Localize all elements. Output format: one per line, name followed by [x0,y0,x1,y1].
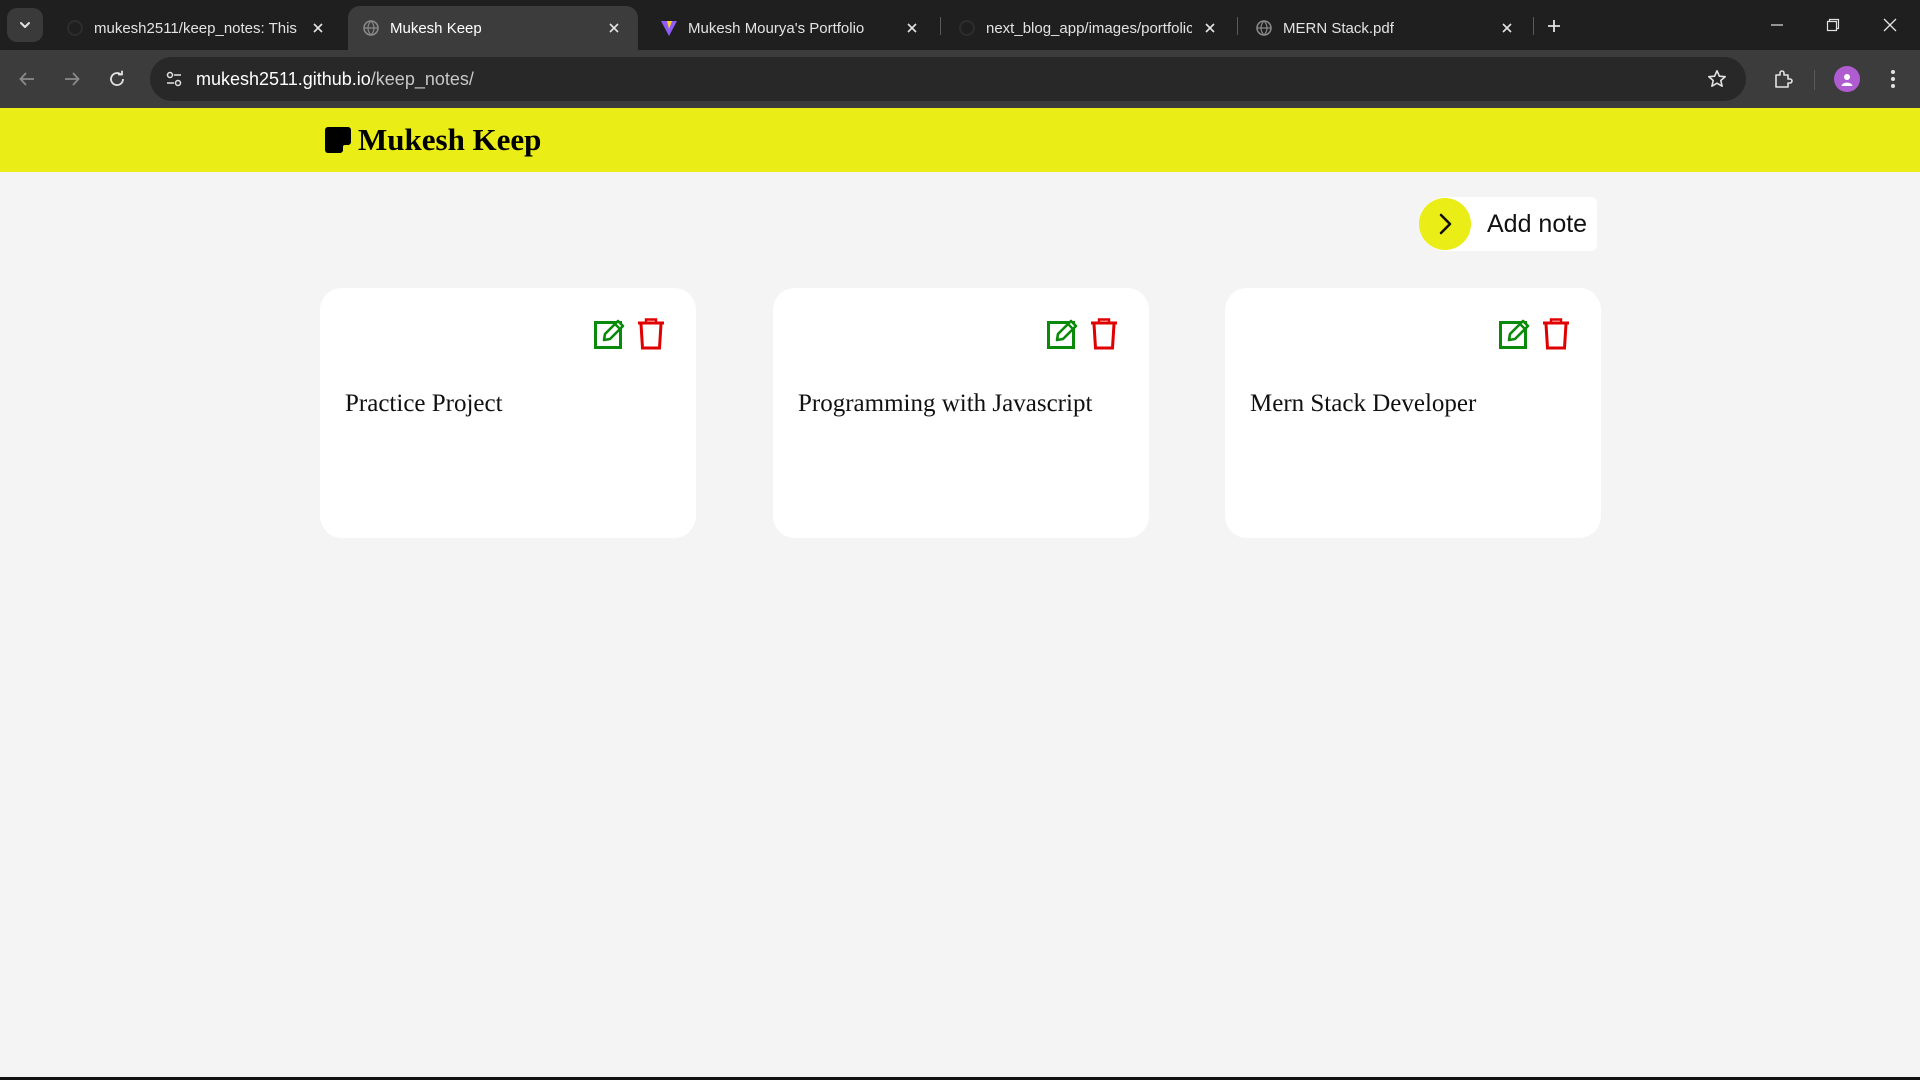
edit-note-button[interactable] [594,318,625,350]
close-icon[interactable] [604,18,624,38]
add-note-circle[interactable] [1419,198,1471,250]
browser-tab-active[interactable]: Mukesh Keep [348,6,638,50]
browser-tab[interactable]: mukesh2511/keep_notes: This i [52,6,342,50]
arrow-left-icon [19,72,34,86]
more-vertical-icon [1891,70,1895,88]
delete-note-button[interactable] [1540,318,1571,350]
add-note-button[interactable]: Add note [1419,197,1597,251]
tab-title: mukesh2511/keep_notes: This i [94,19,300,37]
new-tab-button[interactable] [1540,12,1568,40]
incognito-avatar-icon [1841,74,1853,86]
reload-button[interactable] [99,61,135,97]
delete-note-button[interactable] [1088,318,1119,350]
note-title: Programming with Javascript [798,390,1093,417]
note-actions [1047,318,1119,350]
minimize-icon [1771,24,1783,26]
note-actions [594,318,666,350]
edit-note-button[interactable] [1047,318,1078,350]
close-icon[interactable] [1497,18,1517,38]
browser-tab-strip: mukesh2511/keep_notes: This i Mukesh Kee… [0,0,1920,50]
browser-toolbar: mukesh2511.github.io/keep_notes/ [0,50,1920,108]
url-text[interactable]: mukesh2511.github.io/keep_notes/ [196,69,474,90]
edit-icon [1499,319,1530,349]
globe-icon [362,19,380,37]
restore-icon [1826,18,1840,32]
plus-icon [1548,20,1560,32]
puzzle-icon [1775,70,1793,88]
note-card: Programming with Javascript [773,288,1149,538]
edit-icon [1047,319,1078,349]
tab-title: Mukesh Keep [390,19,482,37]
url-path: /keep_notes/ [370,69,474,89]
trash-icon [1542,318,1569,350]
tab-separator [940,17,941,35]
reload-icon [110,70,124,86]
close-icon[interactable] [308,18,328,38]
tab-title: Mukesh Mourya's Portfolio [688,19,865,37]
minimize-button[interactable] [1757,8,1797,42]
arrow-right-icon [65,72,80,86]
edit-icon [594,319,625,349]
close-icon[interactable] [1200,18,1220,38]
chevron-down-icon [20,22,30,28]
trash-icon [637,318,664,350]
restore-button[interactable] [1813,8,1853,42]
browser-menu-button[interactable] [1878,63,1908,95]
back-button[interactable] [9,61,45,97]
note-card: Mern Stack Developer [1225,288,1601,538]
brand: Mukesh Keep [324,122,541,158]
github-icon [66,19,84,37]
site-info-button[interactable] [159,64,189,94]
forward-button[interactable] [54,61,90,97]
chevron-right-icon [1439,213,1452,235]
app-header: Mukesh Keep [0,108,1920,172]
bookmark-button[interactable] [1704,66,1730,92]
close-icon[interactable] [902,18,922,38]
tab-title: next_blog_app/images/portfolic [986,19,1192,37]
note-title: Mern Stack Developer [1250,390,1477,417]
star-icon [1708,70,1726,87]
note-title: Practice Project [345,390,503,417]
browser-tab[interactable]: next_blog_app/images/portfolic [944,6,1234,50]
note-actions [1499,318,1571,350]
browser-tab[interactable]: Mukesh Mourya's Portfolio [646,6,936,50]
close-icon [1883,18,1897,32]
close-window-button[interactable] [1870,8,1910,42]
tab-separator [1237,17,1238,35]
profile-avatar[interactable] [1834,66,1860,92]
extensions-button[interactable] [1766,61,1802,97]
tab-separator [1533,17,1534,35]
browser-tab[interactable]: MERN Stack.pdf [1241,6,1531,50]
github-icon [958,19,976,37]
trash-icon [1090,318,1117,350]
tab-search-button[interactable] [7,8,43,42]
add-note-label: Add note [1487,209,1588,238]
url-host: mukesh2511.github.io [196,69,371,89]
vite-icon [660,19,678,37]
globe-icon [1255,19,1273,37]
address-bar[interactable]: mukesh2511.github.io/keep_notes/ [150,57,1746,101]
tune-icon [166,71,182,87]
brand-name: Mukesh Keep [358,122,542,157]
tab-title: MERN Stack.pdf [1283,19,1394,37]
toolbar-separator [1814,70,1815,90]
delete-note-button[interactable] [635,318,666,350]
note-card: Practice Project [320,288,696,538]
edit-note-button[interactable] [1499,318,1530,350]
sticky-note-icon [325,127,351,153]
